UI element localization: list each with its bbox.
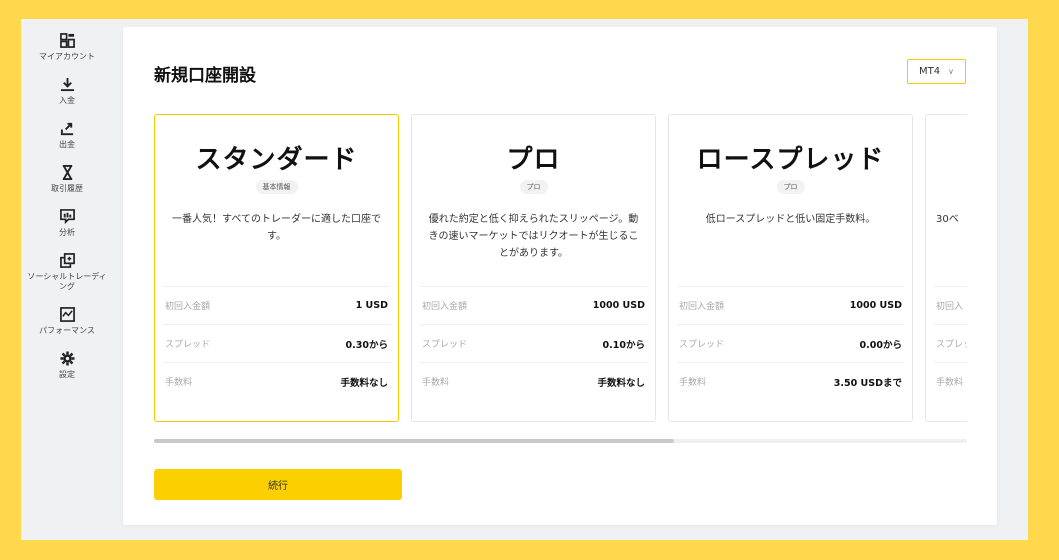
chevron-down-icon: ∨ [948,67,954,76]
carousel-scrollbar[interactable] [154,439,967,443]
sidebar: マイアカウント 入金 出金 取引履歴 分析 ソーシャルトレーディング パフォーマ… [21,19,113,540]
row-label: 手数料 [422,378,450,388]
row-label: スプレッド [679,340,725,350]
row-label: 手数料 [936,378,964,388]
row-label: 手数料 [165,378,193,388]
row-label: 初回入金額 [165,302,211,312]
row-value: 0.00から [859,339,902,351]
sidebar-item-my-account[interactable]: マイアカウント [21,33,113,62]
sidebar-item-performance[interactable]: パフォーマンス [21,307,113,336]
hourglass-icon [62,165,72,180]
account-card-pro[interactable]: プロ プロ 優れた約定と低く抑えられたスリッページ。動きの速いマーケットではリク… [411,114,656,422]
sidebar-item-label: 分析 [59,228,75,237]
card-row-commission: 手数料 手数料なし [163,362,390,400]
account-card-name: プロ [506,145,561,175]
sidebar-item-label: マイアカウント [39,52,95,61]
account-type-carousel[interactable]: スタンダード 基本情報 一番人気！すべてのトレーダーに適した口座です。 初回入金… [154,114,967,424]
page-title: 新規口座開設 [154,66,256,86]
row-label: スプレッド [422,340,468,350]
card-row-commission: 手数料 [934,362,967,400]
row-value: 0.30から [345,339,388,351]
card-row-min-deposit: 初回入金額 1000 USD [677,286,904,324]
sidebar-item-social-trading[interactable]: ソーシャルトレーディング [21,253,113,292]
account-card-name: スタンダード [195,145,358,175]
account-card-description: 低ロースプレッドと低い固定手数料。 [705,214,876,225]
account-card-badge: 基本情報 [255,180,298,194]
row-label: 初回入 [936,302,964,312]
grid-icon [59,33,75,48]
account-card-badge: プロ [519,180,548,194]
card-row-commission: 手数料 3.50 USDまで [677,362,904,400]
platform-select[interactable]: MT4 ∨ [907,59,966,84]
row-value: 0.10から [602,339,645,351]
sidebar-item-label: 入金 [59,96,75,105]
sidebar-item-label: 出金 [59,140,75,149]
row-value: 1000 USD [592,300,645,311]
row-label: スプレッド [165,340,211,350]
account-card-name: ロースプレッド [696,145,885,175]
account-card-description: 優れた約定と低く抑えられたスリッページ。動きの速いマーケットではリクオートが生じ… [428,214,639,259]
row-label: 手数料 [679,378,707,388]
card-row-min-deposit: 初回入金額 1 USD [163,286,390,324]
download-icon [60,77,74,92]
row-value: 手数料なし [340,377,388,389]
account-card-description: 30ベ [936,214,959,225]
sidebar-item-analysis[interactable]: 分析 [21,209,113,238]
sidebar-item-label: 取引履歴 [51,184,83,193]
row-label: 初回入金額 [422,302,468,312]
card-row-spread: スプレッ [934,324,967,362]
row-label: 初回入金額 [679,302,725,312]
platform-select-value: MT4 [919,66,941,77]
row-label: スプレッ [936,340,967,350]
card-row-spread: スプレッド 0.10から [420,324,647,362]
upload-icon [60,122,73,136]
sidebar-item-withdraw[interactable]: 出金 [21,121,113,150]
new-account-panel: 新規口座開設 MT4 ∨ スタンダード 基本情報 一番人気！すべてのトレーダーに… [123,27,997,525]
account-card-raw-spread[interactable]: ロースプレッド プロ 低ロースプレッドと低い固定手数料。 初回入金額 1000 … [668,114,913,422]
app-frame: マイアカウント 入金 出金 取引履歴 分析 ソーシャルトレーディング パフォーマ… [21,19,1028,540]
copy-icon [59,253,75,268]
card-row-commission: 手数料 手数料なし [420,362,647,400]
account-card-description: 一番人気！すべてのトレーダーに適した口座です。 [172,214,381,242]
carousel-scrollbar-thumb[interactable] [154,439,675,443]
row-value: 手数料なし [597,377,645,389]
card-row-spread: スプレッド 0.30から [163,324,390,362]
chart-box-icon [59,307,75,322]
account-card-standard[interactable]: スタンダード 基本情報 一番人気！すべてのトレーダーに適した口座です。 初回入金… [154,114,399,422]
account-card-partial[interactable]: 30ベ 初回入 スプレッ 手数料 [925,114,967,422]
sidebar-item-deposit[interactable]: 入金 [21,77,113,106]
chat-chart-icon [59,209,75,224]
row-value: 1 USD [355,300,388,311]
gear-icon [59,351,75,366]
sidebar-item-label: ソーシャルトレーディング [27,272,107,291]
card-row-min-deposit: 初回入 [934,286,967,324]
card-row-min-deposit: 初回入金額 1000 USD [420,286,647,324]
continue-button[interactable]: 続行 [154,469,402,500]
sidebar-item-label: 設定 [59,370,75,379]
account-card-badge: プロ [776,180,805,194]
sidebar-item-label: パフォーマンス [39,326,95,335]
card-row-spread: スプレッド 0.00から [677,324,904,362]
row-value: 3.50 USDまで [833,377,902,389]
sidebar-item-trade-history[interactable]: 取引履歴 [21,165,113,194]
row-value: 1000 USD [849,300,902,311]
sidebar-item-settings[interactable]: 設定 [21,351,113,380]
